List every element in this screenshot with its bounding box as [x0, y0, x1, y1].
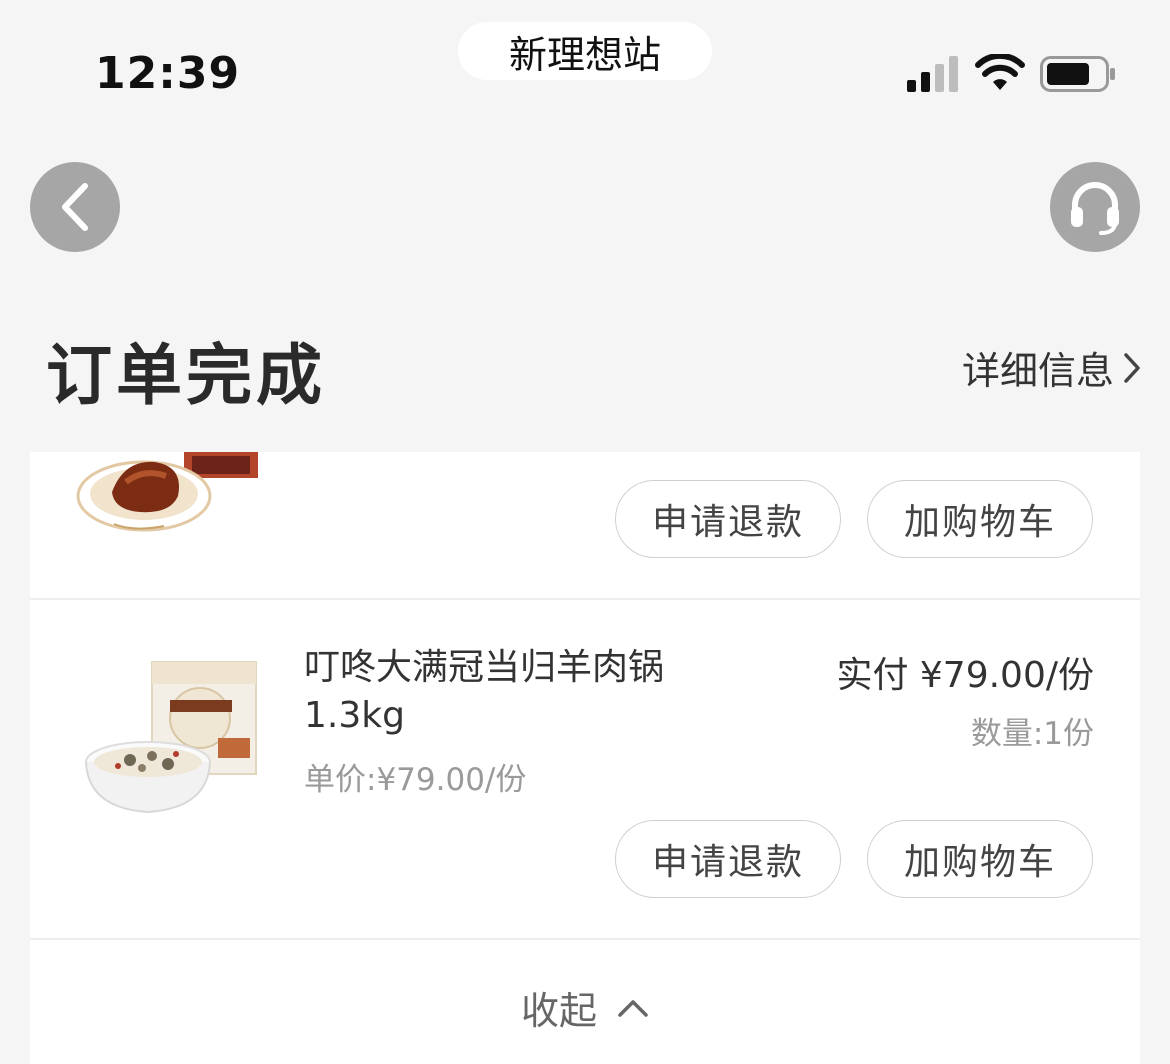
paid-amount: 实付 ¥79.00/份 — [836, 655, 1094, 696]
refund-button[interactable]: 申请退款 — [615, 820, 841, 898]
chevron-left-icon — [62, 183, 88, 231]
refund-button[interactable]: 申请退款 — [615, 480, 841, 558]
battery-icon — [1040, 56, 1115, 92]
item-divider — [30, 938, 1140, 940]
back-button[interactable] — [30, 162, 120, 252]
unit-price: 单价:¥79.00/份 — [304, 762, 527, 798]
customer-service-button[interactable] — [1050, 162, 1140, 252]
chevron-right-icon — [1124, 352, 1140, 383]
order-items-card: 申请退款 加购物车 叮咚大满冠当归羊肉锅1.3kg 单价:¥79.00/份 实付… — [30, 452, 1140, 1064]
collapse-label: 收起 — [520, 989, 597, 1033]
wifi-icon — [975, 54, 1025, 90]
quantity: 数量:1份 — [970, 716, 1094, 752]
cellular-signal-icon — [907, 56, 958, 92]
add-to-cart-button[interactable]: 加购物车 — [867, 820, 1093, 898]
product-image-lamb-hotpot — [85, 661, 257, 814]
headset-icon — [1071, 182, 1119, 235]
product-image-braised-pork — [76, 452, 258, 532]
status-time: 12:39 — [95, 48, 241, 99]
chevron-up-icon — [618, 999, 648, 1017]
detail-info-link[interactable]: 详细信息 — [962, 340, 1142, 395]
add-to-cart-button[interactable]: 加购物车 — [867, 480, 1093, 558]
detail-info-label: 详细信息 — [961, 349, 1114, 393]
page-title: 订单完成 — [46, 337, 326, 414]
dynamic-island-label: 新理想站 — [458, 22, 712, 80]
product-name[interactable]: 叮咚大满冠当归羊肉锅1.3kg — [304, 644, 724, 740]
item-divider — [30, 598, 1140, 600]
collapse-toggle[interactable]: 收起 — [30, 980, 1140, 1035]
